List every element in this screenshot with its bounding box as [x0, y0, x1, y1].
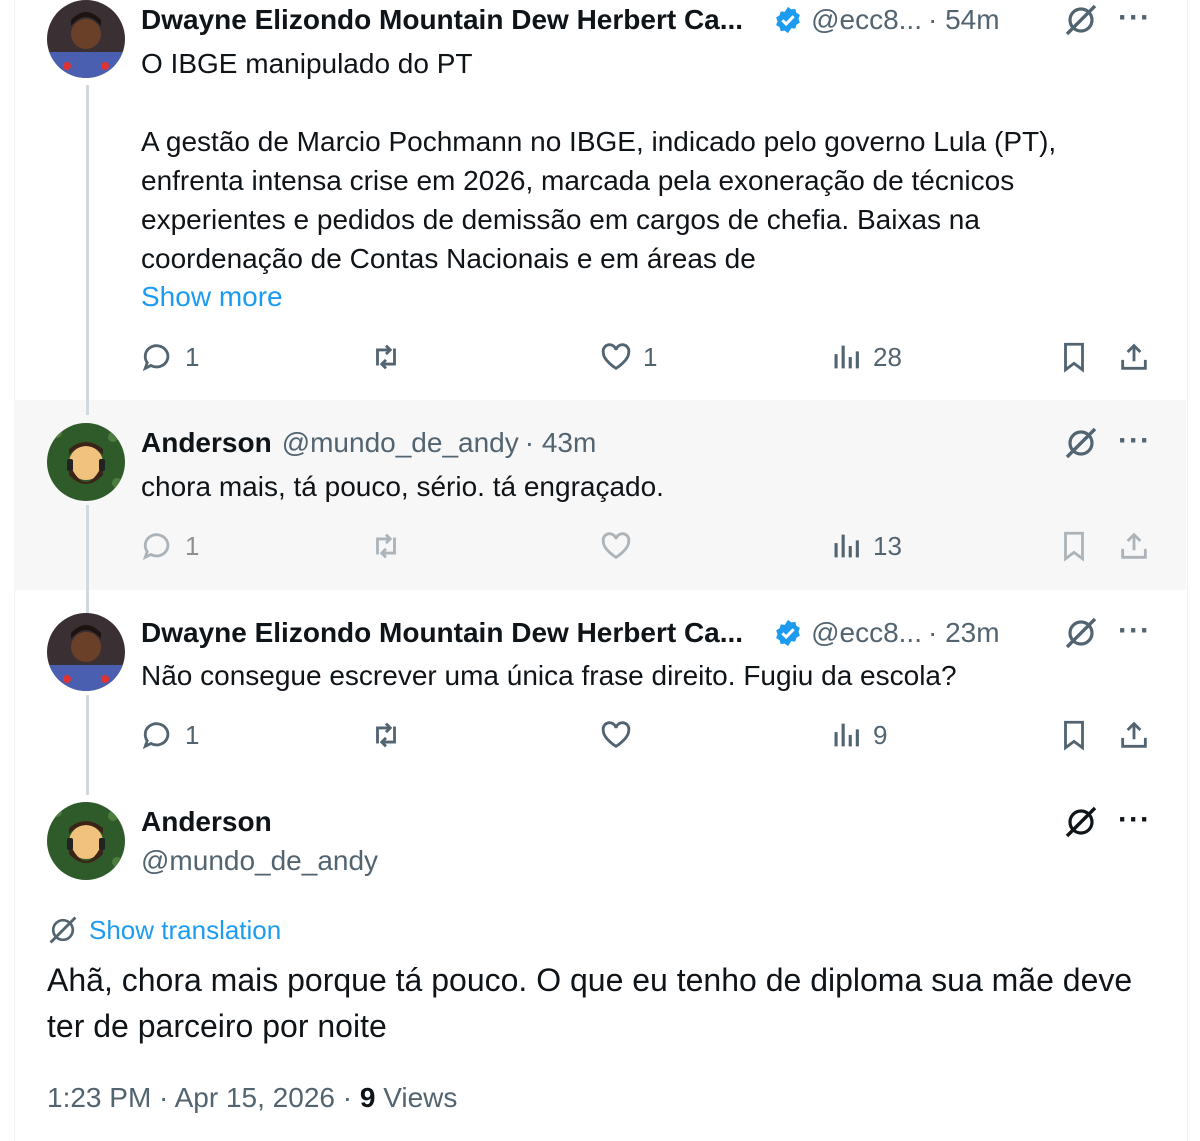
like-button[interactable]: 1 [599, 340, 657, 374]
author-name[interactable]: Anderson [141, 806, 272, 838]
author-name[interactable]: Dwayne Elizondo Mountain Dew Herbert Ca.… [141, 4, 743, 36]
more-icon[interactable]: ··· [1118, 616, 1151, 646]
reply-count: 1 [185, 341, 200, 372]
views-count: 9 [359, 1082, 376, 1113]
tweet-actions: 1 1 28 [141, 340, 1151, 380]
tweet-text: Não consegue escrever uma única frase di… [141, 660, 957, 691]
repost-button[interactable] [369, 340, 413, 374]
avatar[interactable] [47, 802, 125, 880]
focused-tweet-text: Ahã, chora mais porque tá pouco. O que e… [47, 962, 1133, 1044]
like-icon [601, 532, 631, 559]
timestamp[interactable]: · 54m [928, 4, 1000, 36]
bookmark-icon [1064, 531, 1084, 562]
show-more-link[interactable]: Show more [141, 277, 1141, 316]
grok-icon[interactable] [1063, 804, 1099, 840]
author-handle[interactable]: @ecc8... [811, 617, 922, 649]
like-button[interactable] [599, 529, 643, 563]
translate-icon [49, 916, 77, 944]
views-icon [834, 534, 859, 558]
tweet-text: chora mais, tá pouco, sério. tá engraçad… [141, 471, 664, 502]
share-icon [1121, 532, 1147, 559]
show-translation-button[interactable]: Show translation [47, 914, 281, 946]
bookmark-button[interactable] [1057, 340, 1091, 374]
more-icon[interactable]: ··· [1118, 3, 1151, 33]
author-handle[interactable]: @mundo_de_andy [141, 845, 378, 877]
bookmark-icon [1064, 720, 1084, 751]
reply-button[interactable]: 1 [141, 340, 199, 374]
views-count: 13 [873, 530, 902, 561]
timestamp[interactable]: · 43m [525, 427, 597, 459]
views-icon [834, 723, 859, 747]
like-button[interactable] [599, 718, 643, 752]
more-icon[interactable]: ··· [1118, 805, 1151, 835]
tweet-text: O IBGE manipulado do PT A gestão de Marc… [141, 48, 1057, 274]
author-handle[interactable]: @ecc8... [811, 4, 922, 36]
share-button[interactable] [1117, 340, 1151, 374]
thread-line [86, 85, 89, 415]
bookmark-button[interactable] [1057, 718, 1091, 752]
repost-button[interactable] [369, 529, 413, 563]
reply-count: 1 [185, 719, 200, 750]
views-button[interactable]: 13 [829, 529, 902, 563]
share-button[interactable] [1117, 718, 1151, 752]
views-button[interactable]: 28 [829, 340, 902, 374]
repost-icon [376, 722, 396, 748]
tweet-meta: 1:23 PM · Apr 15, 2026 · 9 Views [47, 1082, 457, 1114]
repost-button[interactable] [369, 718, 413, 752]
reply-button[interactable]: 1 [141, 718, 199, 752]
avatar[interactable] [47, 423, 125, 501]
like-icon [601, 343, 631, 370]
verified-icon [776, 6, 800, 34]
repost-icon [376, 533, 396, 559]
views-count: 28 [873, 341, 902, 372]
repost-icon [376, 344, 396, 370]
views-button[interactable]: 9 [829, 718, 887, 752]
timestamp[interactable]: · 23m [928, 617, 1000, 649]
reply-count: 1 [185, 530, 200, 561]
grok-icon[interactable] [1063, 615, 1099, 651]
reply-icon [142, 533, 170, 561]
more-icon[interactable]: ··· [1118, 426, 1151, 456]
views-label: Views [375, 1082, 458, 1113]
tweet-header: Dwayne Elizondo Mountain Dew Herbert Ca.… [141, 613, 1000, 653]
avatar[interactable] [47, 613, 125, 691]
views-icon [834, 345, 859, 369]
focused-author-handle-row: @mundo_de_andy [141, 841, 378, 881]
author-handle[interactable]: @mundo_de_andy [282, 427, 519, 459]
bookmark-icon [1064, 342, 1084, 373]
tweet-header: Anderson @mundo_de_andy · 43m [141, 423, 596, 463]
like-count: 1 [643, 341, 658, 372]
show-translation-label: Show translation [89, 914, 282, 945]
thread-line [86, 695, 89, 795]
thread-line [86, 505, 89, 613]
timestamp[interactable]: 1:23 PM · Apr 15, 2026 · [47, 1082, 360, 1113]
avatar[interactable] [47, 0, 125, 78]
reply-icon [142, 344, 170, 372]
reply-button[interactable]: 1 [141, 529, 199, 563]
bookmark-button[interactable] [1057, 529, 1091, 563]
reply-icon [142, 722, 170, 750]
verified-icon [776, 619, 800, 647]
like-icon [601, 721, 631, 748]
views-count: 9 [873, 719, 888, 750]
author-name[interactable]: Dwayne Elizondo Mountain Dew Herbert Ca.… [141, 617, 743, 649]
focused-author-name-row: Anderson [141, 802, 272, 842]
tweet-actions: 1 13 [141, 529, 1151, 569]
grok-icon[interactable] [1063, 425, 1099, 461]
share-button[interactable] [1117, 529, 1151, 563]
grok-icon[interactable] [1063, 2, 1099, 38]
share-icon [1121, 343, 1147, 370]
author-name[interactable]: Anderson [141, 427, 272, 459]
tweet-actions: 1 9 [141, 718, 1151, 758]
share-icon [1121, 721, 1147, 748]
tweet-header: Dwayne Elizondo Mountain Dew Herbert Ca.… [141, 0, 1000, 40]
